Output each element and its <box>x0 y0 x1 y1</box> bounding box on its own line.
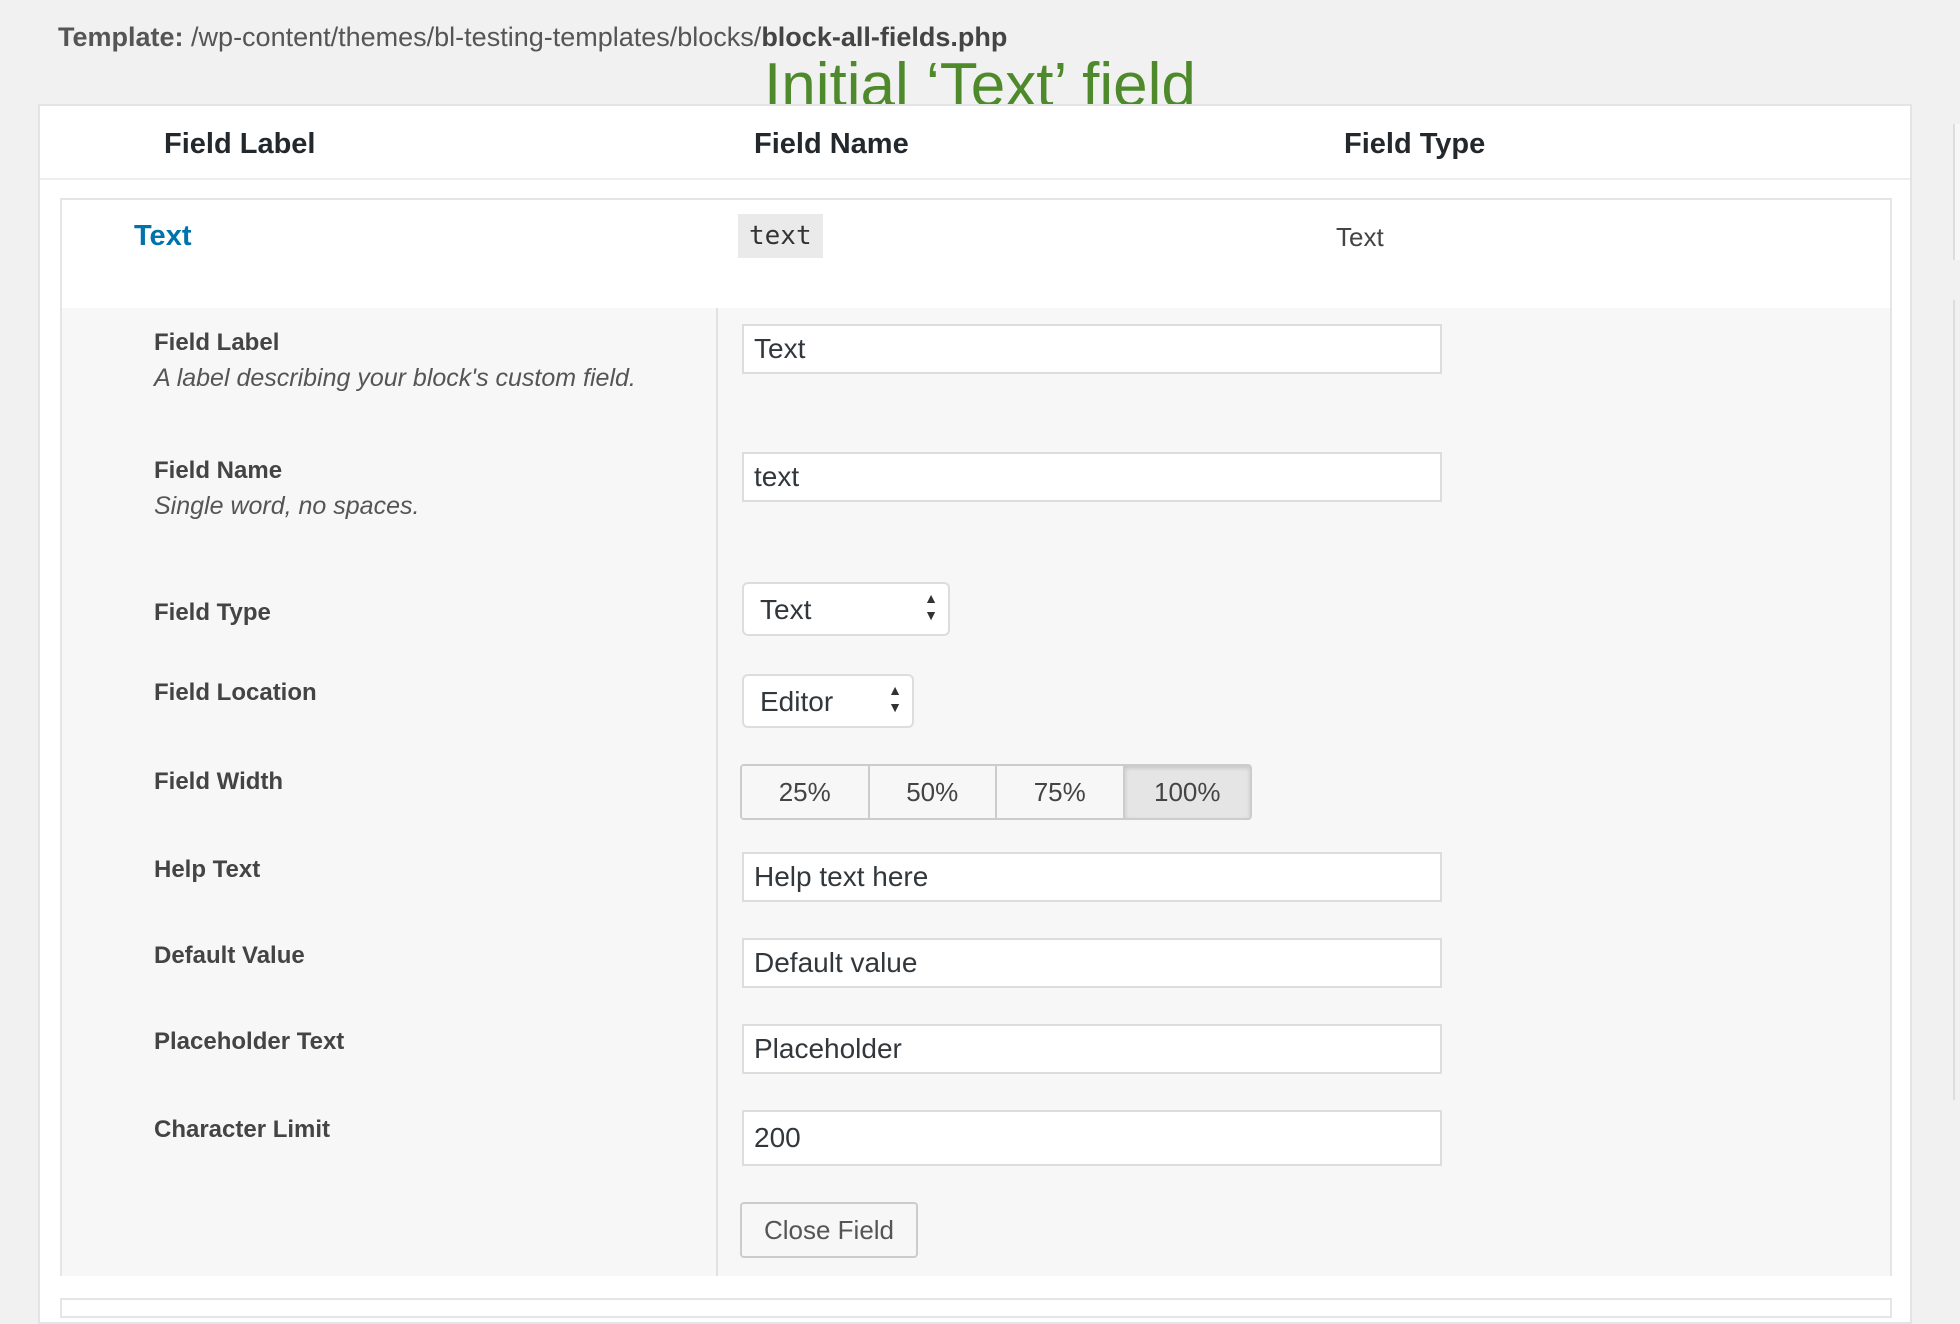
width-75-button[interactable]: 75% <box>997 766 1125 818</box>
placeholder-heading: Placeholder Text <box>154 1028 345 1055</box>
character-limit-input[interactable] <box>742 1110 1442 1166</box>
placeholder-input[interactable] <box>742 1024 1442 1074</box>
field-name-heading: Field Name <box>154 457 283 484</box>
table-header: Field Label Field Name Field Type <box>40 106 1910 180</box>
column-field-name: Field Name <box>754 128 909 160</box>
template-file: block-all-fields.php <box>761 22 1008 52</box>
field-type-value: Text <box>1336 222 1384 252</box>
field-width-heading: Field Width <box>154 768 284 795</box>
default-value-input[interactable] <box>742 938 1442 988</box>
help-text-heading: Help Text <box>154 856 261 883</box>
field-label-description: A label describing your block's custom f… <box>154 364 636 392</box>
width-25-button[interactable]: 25% <box>742 766 870 818</box>
next-field-row <box>60 1298 1892 1318</box>
template-prefix: Template: <box>58 22 184 52</box>
sidebar-edge <box>1953 124 1960 260</box>
sidebar-edge-lower <box>1953 300 1960 1100</box>
field-location-select[interactable]: Editor ▲ ▼ <box>742 674 914 728</box>
width-50-button[interactable]: 50% <box>869 766 997 818</box>
field-row: Text text Text Field Label A label descr… <box>60 198 1892 1276</box>
field-settings: Field Label A label describing your bloc… <box>62 308 1890 1276</box>
character-limit-heading: Character Limit <box>154 1116 331 1143</box>
field-name-description: Single word, no spaces. <box>154 492 420 520</box>
close-field-button[interactable]: Close Field <box>740 1202 918 1258</box>
default-value-heading: Default Value <box>154 942 305 969</box>
field-label-input[interactable] <box>742 324 1442 374</box>
field-summary[interactable]: Text text Text <box>62 200 1890 310</box>
field-name-code: text <box>738 214 823 258</box>
field-location-selected: Editor <box>760 686 834 717</box>
field-width-buttons: 25% 50% 75% 100% <box>740 764 1252 820</box>
settings-divider <box>716 308 718 1276</box>
column-field-label: Field Label <box>164 128 316 160</box>
template-dir: /wp-content/themes/bl-testing-templates/… <box>191 22 762 52</box>
field-type-selected: Text <box>760 594 812 625</box>
help-text-input[interactable] <box>742 852 1442 902</box>
field-type-select[interactable]: Text ▲ ▼ <box>742 582 950 636</box>
column-field-type: Field Type <box>1344 128 1486 160</box>
field-name-input[interactable] <box>742 452 1442 502</box>
field-label-link[interactable]: Text <box>134 220 191 253</box>
template-path: Template: /wp-content/themes/bl-testing-… <box>58 22 1007 53</box>
field-type-heading: Field Type <box>154 599 271 626</box>
field-label-heading: Field Label <box>154 329 280 356</box>
select-arrows-icon: ▲ ▼ <box>888 682 902 715</box>
field-location-heading: Field Location <box>154 679 317 706</box>
select-arrows-icon: ▲ ▼ <box>924 590 938 623</box>
width-100-button[interactable]: 100% <box>1124 766 1250 818</box>
